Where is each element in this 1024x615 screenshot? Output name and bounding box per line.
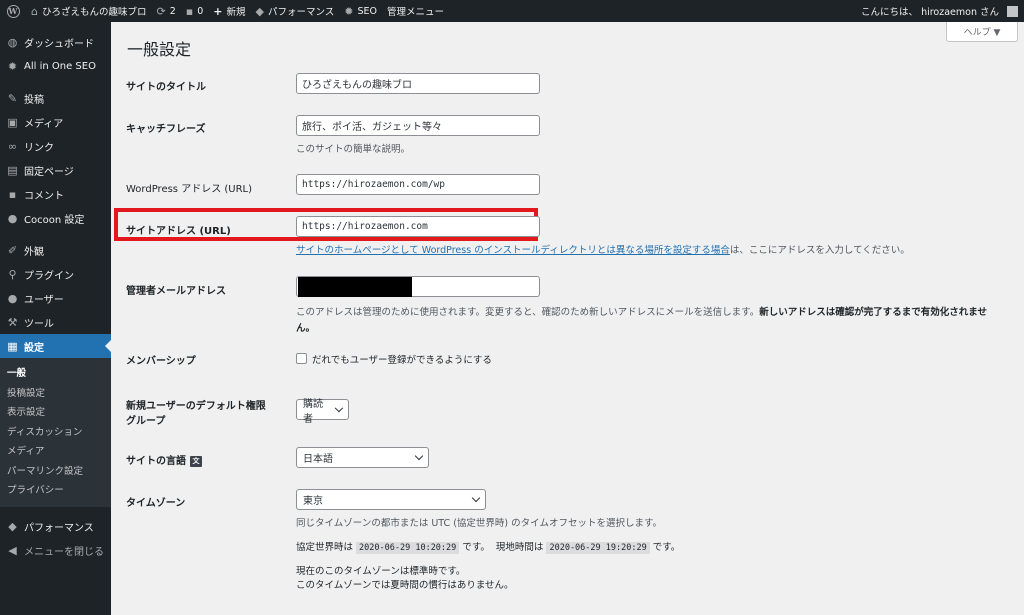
refresh-icon: ⟳ xyxy=(156,4,166,18)
page-icon: ▤ xyxy=(7,163,18,177)
collapse-menu-button[interactable]: ◀ メニューを閉じる xyxy=(0,539,111,563)
wrench-icon: ⚒ xyxy=(7,315,18,329)
settings-submenu: 一般 投稿設定 表示設定 ディスカッション メディア パーマリンク設定 プライバ… xyxy=(0,358,111,507)
timezone-select[interactable]: 東京 xyxy=(296,489,486,510)
tagline-description: このサイトの簡単な説明。 xyxy=(296,144,411,155)
admin-email-label: 管理者メールアドレス xyxy=(126,286,226,297)
home-icon: ⌂ xyxy=(31,4,38,18)
timezone-dst-note: このタイムゾーンでは夏時間の慣行はありません。 xyxy=(296,580,514,591)
performance-icon: ◆ xyxy=(255,4,264,18)
site-address-description: サイトのホームページとして WordPress のインストールディレクトリとは異… xyxy=(296,245,910,256)
performance-link[interactable]: ◆ パフォーマンス xyxy=(251,0,340,22)
default-role-select[interactable]: 購読者 xyxy=(296,399,349,425)
plugin-icon: ⚲ xyxy=(8,267,17,281)
comment-icon: ▪ xyxy=(185,4,194,18)
user-icon: ● xyxy=(7,291,18,305)
translation-icon: 文 xyxy=(190,455,202,467)
link-icon: ∞ xyxy=(7,139,18,153)
admin-sidebar: ◍ ダッシュボード ✹ All in One SEO ✎ 投稿 ▣ メディア ∞ リンク … xyxy=(0,22,111,615)
plus-icon: + xyxy=(213,4,223,18)
gear-icon: ✹ xyxy=(344,4,354,18)
site-name-link[interactable]: ⌂ ひろざえもんの趣味ブロ xyxy=(26,0,152,22)
site-address-input[interactable]: https://hirozaemon.com xyxy=(296,216,540,237)
performance-icon: ◆ xyxy=(8,520,17,533)
admin-bar: W ⌂ ひろざえもんの趣味ブロ ⟳ 2 ▪ 0 + 新規 ◆ パフォーマンス ✹… xyxy=(0,0,1024,22)
site-language-label: サイトの言語文 xyxy=(126,452,202,467)
settings-icon: ▦ xyxy=(7,339,18,353)
updates-link[interactable]: ⟳ 2 xyxy=(152,0,181,22)
pin-icon: ✎ xyxy=(7,91,18,105)
local-time: 2020-06-29 19:20:29 xyxy=(546,542,650,554)
new-content-link[interactable]: + 新規 xyxy=(208,0,250,22)
gear-icon: ✹ xyxy=(7,59,18,73)
admin-menu-link[interactable]: 管理メニュー xyxy=(382,0,449,22)
submenu-privacy[interactable]: プライバシー xyxy=(0,481,111,501)
media-icon: ▣ xyxy=(7,115,18,129)
site-address-help-link[interactable]: サイトのホームページとして WordPress のインストールディレクトリとは異… xyxy=(296,245,730,256)
sidebar-item-plugins[interactable]: ⚲ プラグイン xyxy=(0,262,111,286)
sidebar-item-users[interactable]: ● ユーザー xyxy=(0,286,111,310)
redacted-block xyxy=(298,277,412,297)
sidebar-item-dashboard[interactable]: ◍ ダッシュボード xyxy=(0,30,111,54)
submenu-writing[interactable]: 投稿設定 xyxy=(0,384,111,404)
sidebar-item-media[interactable]: ▣ メディア xyxy=(0,110,111,134)
dashboard-icon: ◍ xyxy=(7,35,18,49)
submenu-media[interactable]: メディア xyxy=(0,442,111,462)
wordpress-logo-icon[interactable]: W xyxy=(0,0,26,22)
sidebar-item-appearance[interactable]: ✐ 外観 xyxy=(0,238,111,262)
account-menu[interactable]: こんにちは、 hirozaemon さん xyxy=(856,0,1024,22)
submenu-permalinks[interactable]: パーマリンク設定 xyxy=(0,462,111,482)
admin-email-description: このアドレスは管理のために使用されます。変更すると、確認のため新しいアドレスにメ… xyxy=(296,307,987,318)
wordpress-address-input[interactable]: https://hirozaemon.com/wp xyxy=(296,174,540,195)
wordpress-address-label: WordPress アドレス (URL) xyxy=(126,184,253,195)
tagline-input[interactable]: 旅行、ポイ活、ガジェット等々 xyxy=(296,115,540,136)
comment-icon: ▪ xyxy=(8,187,17,201)
admin-email-description-cont: ん。 xyxy=(296,323,316,334)
timezone-description: 同じタイムゾーンの都市または UTC (協定世界時) のタイムオフセットを選択し… xyxy=(296,518,663,529)
membership-label: メンバーシップ xyxy=(126,356,196,367)
timezone-standard-note: 現在のこのタイムゾーンは標準時です。 xyxy=(296,566,466,577)
chevron-down-icon xyxy=(414,451,424,460)
sidebar-item-posts[interactable]: ✎ 投稿 xyxy=(0,86,111,110)
membership-checkbox[interactable] xyxy=(296,353,307,364)
collapse-icon: ◀ xyxy=(8,544,17,557)
submenu-discussion[interactable]: ディスカッション xyxy=(0,423,111,443)
sidebar-item-settings[interactable]: ▦ 設定 xyxy=(0,334,111,358)
main-content: ヘルプ ▼ 一般設定 サイトのタイトル ひろざえもんの趣味ブロ キャッチフレーズ… xyxy=(111,22,1024,615)
avatar xyxy=(1007,5,1018,17)
submenu-reading[interactable]: 表示設定 xyxy=(0,403,111,423)
chevron-down-icon xyxy=(335,403,344,412)
site-title-label: サイトのタイトル xyxy=(126,82,206,93)
site-address-label: サイトアドレス (URL) xyxy=(126,226,231,237)
utc-time: 2020-06-29 10:20:29 xyxy=(356,542,460,554)
brush-icon: ✐ xyxy=(7,243,18,257)
comments-link[interactable]: ▪ 0 xyxy=(181,0,209,22)
site-title-input[interactable]: ひろざえもんの趣味ブロ xyxy=(296,73,540,94)
help-button[interactable]: ヘルプ ▼ xyxy=(946,22,1018,42)
submenu-general[interactable]: 一般 xyxy=(0,364,111,384)
timezone-times: 協定世界時は 2020-06-29 10:20:29 です。 現地時間は 202… xyxy=(296,542,681,554)
sidebar-item-all-in-one-seo[interactable]: ✹ All in One SEO xyxy=(0,54,111,78)
timezone-label: タイムゾーン xyxy=(126,498,186,509)
default-role-label: 新規ユーザーのデフォルト権限 xyxy=(126,401,266,412)
site-language-select[interactable]: 日本語 xyxy=(296,447,429,468)
seo-link[interactable]: ✹ SEO xyxy=(339,0,382,22)
sidebar-item-tools[interactable]: ⚒ ツール xyxy=(0,310,111,334)
membership-checkbox-label: だれでもユーザー登録ができるようにする xyxy=(312,355,492,366)
sidebar-item-cocoon[interactable]: ● Cocoon 設定 xyxy=(0,206,111,230)
sidebar-item-performance[interactable]: ◆ パフォーマンス xyxy=(0,515,111,539)
default-role-label-cont: グループ xyxy=(126,416,166,427)
sidebar-item-links[interactable]: ∞ リンク xyxy=(0,134,111,158)
sidebar-item-comments[interactable]: ▪ コメント xyxy=(0,182,111,206)
cocoon-icon: ● xyxy=(7,211,18,225)
sidebar-item-pages[interactable]: ▤ 固定ページ xyxy=(0,158,111,182)
chevron-down-icon xyxy=(471,493,481,502)
tagline-label: キャッチフレーズ xyxy=(126,124,206,135)
page-title: 一般設定 xyxy=(127,40,192,59)
